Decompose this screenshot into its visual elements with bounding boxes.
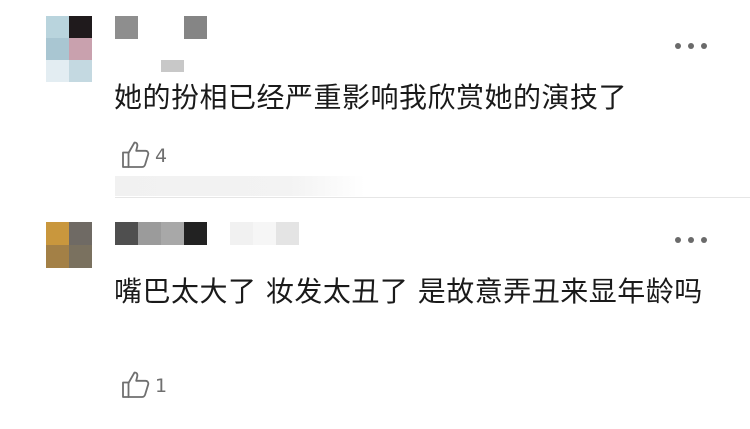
redacted-meta	[161, 60, 184, 72]
avatar-pixel	[69, 60, 92, 82]
mosaic-block	[115, 222, 138, 245]
avatar-pixel	[69, 245, 92, 268]
more-options-icon[interactable]	[675, 234, 707, 246]
like-count: 1	[155, 375, 168, 397]
avatar-pixel	[69, 16, 92, 38]
avatar-pixel	[46, 222, 69, 245]
dot	[688, 43, 694, 49]
thumbs-up-icon	[120, 138, 152, 170]
like-button[interactable]: 1	[120, 368, 167, 400]
avatar[interactable]	[46, 222, 92, 268]
comment-text: 她的扮相已经严重影响我欣赏她的演技了	[114, 81, 628, 114]
mosaic-block	[115, 16, 138, 39]
comment-item: 嘴巴太大了 妆发太丑了 是故意弄丑来显年龄吗 1	[0, 198, 750, 429]
dot	[675, 237, 681, 243]
username-redacted[interactable]	[115, 16, 207, 39]
mosaic-block	[138, 222, 161, 245]
username-redacted[interactable]	[115, 222, 299, 245]
dot	[701, 237, 707, 243]
avatar-pixel	[46, 245, 69, 268]
thumbs-up-icon	[120, 368, 152, 400]
avatar-pixel	[69, 38, 92, 60]
mosaic-block	[207, 222, 230, 245]
reply-preview-bar[interactable]	[115, 176, 365, 196]
dot	[688, 237, 694, 243]
avatar-pixel	[69, 222, 92, 245]
mosaic-block	[161, 222, 184, 245]
mosaic-block	[184, 16, 207, 39]
more-options-icon[interactable]	[675, 40, 707, 52]
comment-text: 嘴巴太大了 妆发太丑了 是故意弄丑来显年龄吗	[114, 275, 703, 308]
avatar-pixel	[46, 38, 69, 60]
mosaic-block	[276, 222, 299, 245]
dot	[701, 43, 707, 49]
avatar[interactable]	[46, 16, 92, 82]
dot	[675, 43, 681, 49]
mosaic-block	[230, 222, 253, 245]
mosaic-block	[184, 222, 207, 245]
like-button[interactable]: 4	[120, 138, 167, 170]
avatar-pixel	[46, 60, 69, 82]
comment-item: 她的扮相已经严重影响我欣赏她的演技了 4	[0, 0, 750, 198]
mosaic-block	[253, 222, 276, 245]
mosaic-block	[138, 16, 184, 39]
like-count: 4	[155, 145, 168, 167]
avatar-pixel	[46, 16, 69, 38]
